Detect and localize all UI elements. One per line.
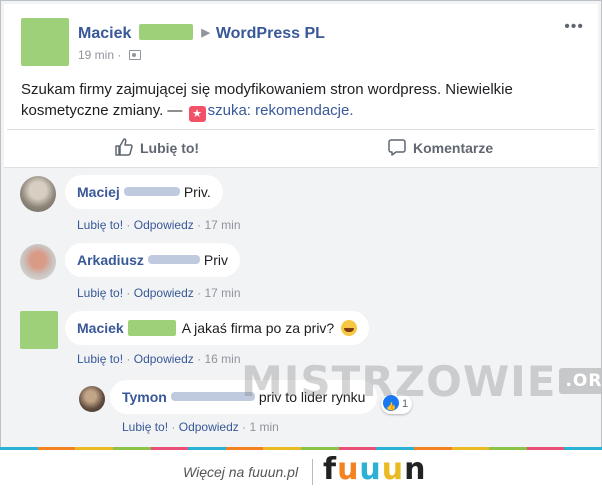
commenter-name[interactable]: Tymon (122, 389, 167, 405)
comment-text: Priv. (183, 184, 211, 200)
commenter-avatar[interactable] (20, 176, 56, 212)
commenter-avatar[interactable] (79, 386, 105, 412)
comment-time[interactable]: 17 min (204, 286, 240, 300)
post-body: Szukam firmy zajmującej się modyfikowani… (21, 79, 581, 122)
comment-actions: Lubię to! · Odpowiedz · 1 min (122, 420, 279, 434)
post-time[interactable]: 19 min (78, 48, 114, 62)
redacted-surname (123, 187, 180, 196)
watermark: MISTRZOWIE.ORG (241, 357, 601, 406)
watermark-suffix: .ORG (559, 368, 601, 394)
post-author-link[interactable]: Maciek (78, 25, 131, 42)
post-card: Maciek ▶ WordPress PL 19 min · ••• Szukam … (4, 4, 598, 168)
comment-bubble: Arkadiusz Priv (65, 243, 241, 277)
comment-button[interactable]: Komentarze (387, 137, 493, 157)
post-meta: 19 min · (78, 48, 141, 62)
comment-time[interactable]: 16 min (204, 352, 240, 366)
recommendation-tag-icon: ★ (188, 106, 206, 122)
arrow-right-icon: ▶ (201, 27, 210, 39)
footer-divider (312, 459, 313, 485)
comment-reply-link[interactable]: Odpowiedz (134, 352, 194, 366)
more-on-site-link[interactable]: Więcej na fuuun.pl (183, 464, 298, 480)
comment-icon (388, 139, 406, 156)
redacted-surname (147, 255, 200, 264)
comment-actions: Lubię to! · Odpowiedz · 17 min (77, 286, 241, 300)
group-link[interactable]: WordPress PL (216, 25, 325, 42)
recommendation-tag[interactable]: szuka: rekomendacje. (208, 102, 354, 119)
comment-like-link[interactable]: Lubię to! (77, 352, 123, 366)
commenter-avatar[interactable] (20, 311, 58, 349)
group-audience-icon (128, 50, 141, 60)
comment-text: Priv (203, 252, 229, 268)
comment-reply-link[interactable]: Odpowiedz (134, 218, 194, 232)
comment-actions: Lubię to! · Odpowiedz · 16 min (77, 352, 241, 366)
like-button[interactable]: Lubię to! (114, 137, 199, 157)
commenter-name[interactable]: Maciej (77, 184, 120, 200)
comment-like-link[interactable]: Lubię to! (77, 218, 123, 232)
comment-time[interactable]: 17 min (204, 218, 240, 232)
post-header: Maciek ▶ WordPress PL (78, 24, 325, 43)
thumbs-up-icon (115, 138, 133, 156)
comment-label: Komentarze (413, 140, 494, 156)
redacted-surname (139, 24, 194, 40)
redacted-surname (127, 320, 176, 336)
comment-reply-link[interactable]: Odpowiedz (134, 286, 194, 300)
comment-like-link[interactable]: Lubię to! (77, 286, 123, 300)
more-options-icon[interactable]: ••• (564, 18, 584, 36)
comment-reply-link[interactable]: Odpowiedz (179, 420, 239, 434)
like-label: Lubię to! (140, 140, 200, 156)
commenter-name[interactable]: Maciek (77, 320, 124, 336)
comment-time[interactable]: 1 min (249, 420, 278, 434)
comment-bubble: Maciej Priv. (65, 175, 223, 209)
comment-bubble: Maciek A jakaś firma po za priv? (65, 311, 370, 345)
commenter-name[interactable]: Arkadiusz (77, 252, 144, 268)
commenter-avatar[interactable] (20, 244, 56, 280)
comment-text: A jakaś firma po za priv? (181, 320, 335, 336)
facebook-post-frame: Maciek ▶ WordPress PL 19 min · ••• Szukam … (0, 0, 602, 447)
watermark-text: MISTRZOWIE (241, 357, 557, 406)
comment-like-link[interactable]: Lubię to! (122, 420, 168, 434)
post-actions: Lubię to! Komentarze (7, 129, 595, 163)
fuuun-logo[interactable]: fuuun (323, 452, 427, 487)
site-footer: Więcej na fuuun.pl fuuun (0, 450, 602, 491)
author-avatar[interactable] (21, 18, 69, 66)
laughing-emoji-icon (341, 320, 358, 336)
comment-actions: Lubię to! · Odpowiedz · 17 min (77, 218, 241, 232)
